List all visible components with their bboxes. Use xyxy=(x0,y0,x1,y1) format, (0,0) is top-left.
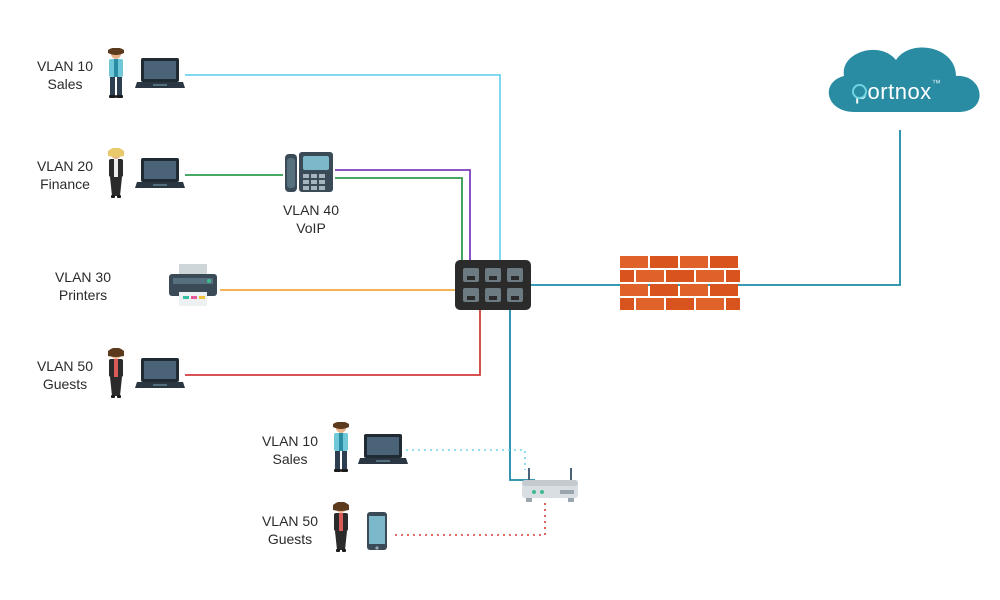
vlan20-finance-label: VLAN 20 Finance xyxy=(30,158,100,193)
vlan10-line2: Sales xyxy=(30,76,100,94)
person-icon xyxy=(105,148,127,198)
vlan40-line2: VoIP xyxy=(276,220,346,238)
firewall-icon xyxy=(620,256,740,315)
person-icon xyxy=(105,48,127,98)
vlan10-line1: VLAN 10 xyxy=(30,58,100,76)
wifi-vlan10-sales-label: VLAN 10 Sales xyxy=(255,433,325,468)
vlan40-voip-label: VLAN 40 VoIP xyxy=(276,202,346,237)
network-switch-icon xyxy=(455,260,531,315)
trademark-icon: ™ xyxy=(932,78,942,88)
vlan50-guests-label: VLAN 50 Guests xyxy=(30,358,100,393)
vlan30-line2: Printers xyxy=(48,287,118,305)
voip-phone-icon xyxy=(283,148,335,201)
wifi-vlan50-line1: VLAN 50 xyxy=(255,513,325,531)
person-icon xyxy=(330,422,352,472)
vlan10-sales-label: VLAN 10 Sales xyxy=(30,58,100,93)
diagram-canvas: VLAN 10 Sales VLAN 20 Finance xyxy=(0,0,1000,600)
vlan40-line1: VLAN 40 xyxy=(276,202,346,220)
vlan30-printers-label: VLAN 30 Printers xyxy=(48,269,118,304)
wifi-vlan50-guests-label: VLAN 50 Guests xyxy=(255,513,325,548)
laptop-icon xyxy=(135,56,185,90)
person-icon xyxy=(330,502,352,552)
laptop-icon xyxy=(135,356,185,390)
wifi-vlan10-line2: Sales xyxy=(255,451,325,469)
vlan20-line1: VLAN 20 xyxy=(30,158,100,176)
wifi-vlan50-line2: Guests xyxy=(255,531,325,549)
laptop-icon xyxy=(135,156,185,190)
printer-icon xyxy=(165,262,221,313)
vlan30-line1: VLAN 30 xyxy=(48,269,118,287)
person-icon xyxy=(105,348,127,398)
laptop-icon xyxy=(358,432,408,466)
vlan20-line2: Finance xyxy=(30,176,100,194)
vlan50-line1: VLAN 50 xyxy=(30,358,100,376)
logo-o-accent-icon xyxy=(852,84,867,99)
smartphone-icon xyxy=(365,510,389,557)
vlan50-line2: Guests xyxy=(30,376,100,394)
wifi-vlan10-line1: VLAN 10 xyxy=(255,433,325,451)
wireless-router-icon xyxy=(520,468,580,509)
